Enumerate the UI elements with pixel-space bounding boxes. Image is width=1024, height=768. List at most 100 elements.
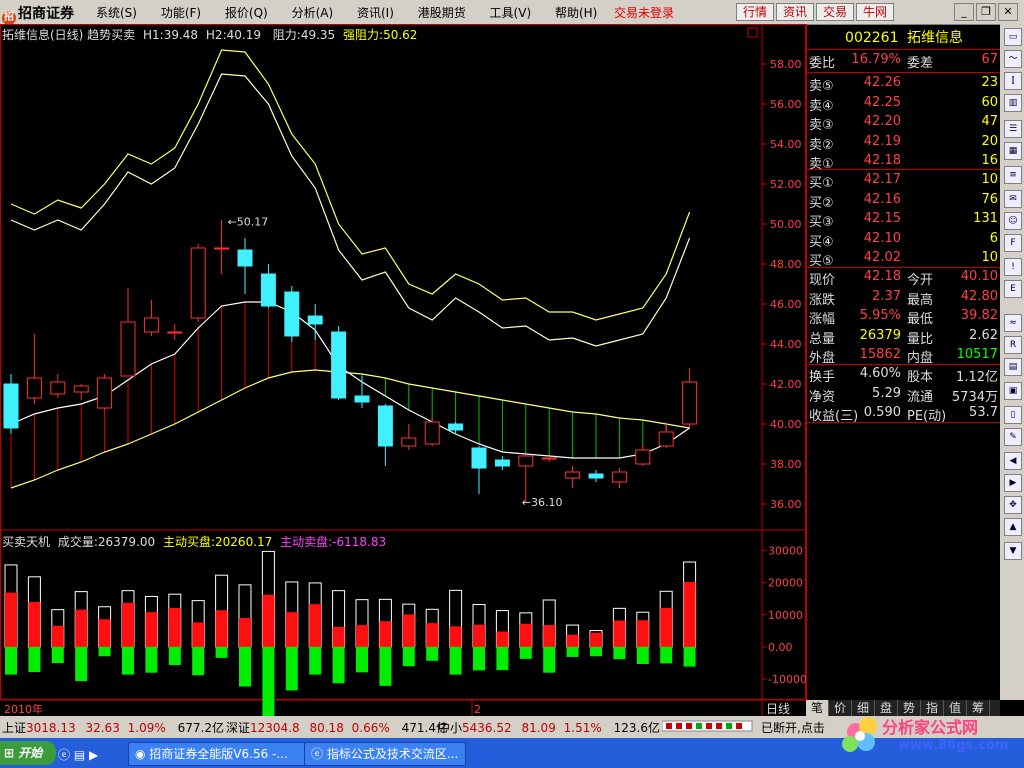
tab-quotes[interactable]: 行情 <box>736 3 775 21</box>
candle-body <box>494 459 510 467</box>
volume-buy-bar <box>496 631 509 647</box>
menu-info[interactable]: 资讯(I) <box>357 6 394 20</box>
etf-icon[interactable]: E <box>1004 280 1022 298</box>
stock-header: 002261 拓维信息 <box>807 27 1001 47</box>
y-tick-label: 40.00 <box>770 418 802 431</box>
task-zhaoshang[interactable]: ◉ 招商证券全能版V6.56 -... <box>128 742 312 766</box>
arrow-right-icon[interactable]: ▶ <box>1004 474 1022 492</box>
stat-row: 涨跌 2.37 最高 42.80 <box>807 289 1001 308</box>
ask-price: 42.18 <box>863 153 901 168</box>
volume-sell-bar <box>239 646 251 687</box>
connection-status[interactable]: 已断开,点击 <box>761 719 825 736</box>
trade-status[interactable]: 交易未登录 <box>614 4 674 21</box>
candle-body <box>190 247 206 319</box>
bid-row: 买④ 42.10 6 <box>807 231 1001 250</box>
menu-analysis[interactable]: 分析(A) <box>292 6 334 20</box>
wave-icon[interactable]: ≈ <box>1004 314 1022 332</box>
media-icon[interactable]: ▶ <box>89 748 98 762</box>
f10-icon[interactable]: F <box>1004 234 1022 252</box>
tool-icon[interactable]: ✎ <box>1004 428 1022 446</box>
volume-buy-bar <box>122 602 134 647</box>
sort-icon[interactable]: ≡ <box>1004 166 1022 184</box>
tab-trade[interactable]: 交易 <box>816 3 855 21</box>
rsi-icon[interactable]: R <box>1004 336 1022 354</box>
menu-system[interactable]: 系统(S) <box>96 6 137 20</box>
volume-sell-bar <box>75 646 88 682</box>
chip-icon[interactable]: ▤ <box>1004 358 1022 376</box>
bid-label: 买② <box>809 195 834 211</box>
window-controls: _ ❐ ✕ <box>952 3 1018 21</box>
start-button[interactable]: ⊞ 开始 <box>0 741 56 765</box>
ask-row: 卖④ 42.25 60 <box>807 95 1001 114</box>
stat-row: 涨幅 5.95% 最低 39.82 <box>807 308 1001 327</box>
menu-hk-futures[interactable]: 港股期货 <box>418 6 466 20</box>
grid-icon[interactable]: ▦ <box>1004 142 1022 160</box>
book-icon[interactable]: ▯ <box>1004 406 1022 424</box>
bar-chart-icon[interactable]: ▥ <box>1004 94 1022 112</box>
tab-niuwang[interactable]: 牛网 <box>856 3 895 21</box>
fund-label: 换手 <box>809 370 836 385</box>
stat-value: 2.37 <box>872 288 901 304</box>
candle-body <box>3 383 19 429</box>
sz-percent: 0.66% <box>351 721 390 735</box>
panel-toggle-icon[interactable]: ▭ <box>1004 28 1022 46</box>
arrow-up-icon[interactable]: ▲ <box>1004 518 1022 536</box>
browser-icon: ⓔ <box>311 747 327 761</box>
close-icon[interactable]: ✕ <box>998 3 1018 21</box>
ask-label: 卖③ <box>809 118 834 133</box>
tab-ticks[interactable]: 笔 <box>806 700 829 716</box>
sh-index[interactable]: 上证3018.13 32.63 1.09% 677.2亿 <box>2 719 224 736</box>
kline-icon[interactable]: ⫿ <box>1004 72 1022 90</box>
volume-sell-bar <box>590 646 602 657</box>
tab-news[interactable]: 资讯 <box>776 3 815 21</box>
candle-body <box>682 381 698 425</box>
folder-icon[interactable]: ▤ <box>74 748 85 762</box>
upper-band-line <box>10 49 691 321</box>
ask-row: 卖② 42.19 20 <box>807 134 1001 153</box>
stat-value: 26379 <box>859 327 901 343</box>
task-forum[interactable]: ⓔ 指标公式及技术交流区... <box>304 742 466 766</box>
menu-tools[interactable]: 工具(V) <box>490 6 532 20</box>
arrow-left-icon[interactable]: ◀ <box>1004 452 1022 470</box>
menu-quote[interactable]: 报价(Q) <box>225 6 268 20</box>
candle-body <box>541 457 557 460</box>
volume-sell-bar <box>145 646 158 673</box>
warning-icon[interactable]: ! <box>1004 258 1022 276</box>
volume-sell-bar <box>496 646 509 671</box>
volume-buy-bar <box>590 632 602 647</box>
quote-panel: 002261 拓维信息 委比 16.79% 委差 67 卖⑤ 42.26 23 卖④ 4… <box>806 24 1001 700</box>
sme-index[interactable]: 中小5436.52 81.09 1.51% 123.6亿 <box>438 719 660 736</box>
move-icon[interactable]: ✥ <box>1004 496 1022 514</box>
volume-sell-bar <box>192 646 205 676</box>
price-chart[interactable]: 58.00 56.00 54.00 52.00 50.00 48.00 46.00 44.00… <box>0 24 806 716</box>
ie-icon[interactable]: ⓔ <box>58 748 70 762</box>
volume-sell-bar <box>168 646 181 665</box>
resist-value: 阻力:49.35 <box>272 28 336 42</box>
menu-bar: 招招商证券 系统(S) 功能(F) 报价(Q) 分析(A) 资讯(I) 港股期货… <box>0 0 1024 25</box>
window-icon[interactable]: ▣ <box>1004 382 1022 400</box>
ask-volume: 20 <box>981 133 998 149</box>
volume-buy-bar <box>98 619 111 647</box>
ask-price: 42.19 <box>863 133 901 149</box>
news-icon[interactable]: ✉ <box>1004 190 1022 208</box>
users-icon[interactable]: ☺ <box>1004 212 1022 230</box>
volume-sell-bar <box>98 646 111 657</box>
ask-price: 42.20 <box>863 114 901 129</box>
menu-function[interactable]: 功能(F) <box>161 6 201 20</box>
restore-icon[interactable]: ❐ <box>976 3 996 21</box>
candle-body <box>237 249 253 267</box>
bid-row: 买③ 42.15 131 <box>807 211 1001 230</box>
stat-label: 总量 <box>809 331 836 347</box>
period-daily-button[interactable]: 日线 <box>766 700 790 717</box>
arrow-down-icon[interactable]: ▼ <box>1004 542 1022 560</box>
stat-value: 5.95% <box>859 308 901 323</box>
chart-header: 拓维信息(日线) 趋势买卖 H1:39.48 H2:40.19 阻力:49.35… <box>2 26 417 43</box>
candle-body <box>635 449 651 465</box>
sz-index[interactable]: 深证12304.8 80.18 0.66% 471.4亿 <box>226 719 448 736</box>
list-icon[interactable]: ☰ <box>1004 120 1022 138</box>
menu-help[interactable]: 帮助(H) <box>555 6 597 20</box>
minimize-icon[interactable]: _ <box>954 3 974 21</box>
fund-label-2: 流通 <box>907 389 934 405</box>
minute-chart-icon[interactable]: 〜 <box>1004 50 1022 68</box>
volume-buy-bar <box>519 623 532 647</box>
